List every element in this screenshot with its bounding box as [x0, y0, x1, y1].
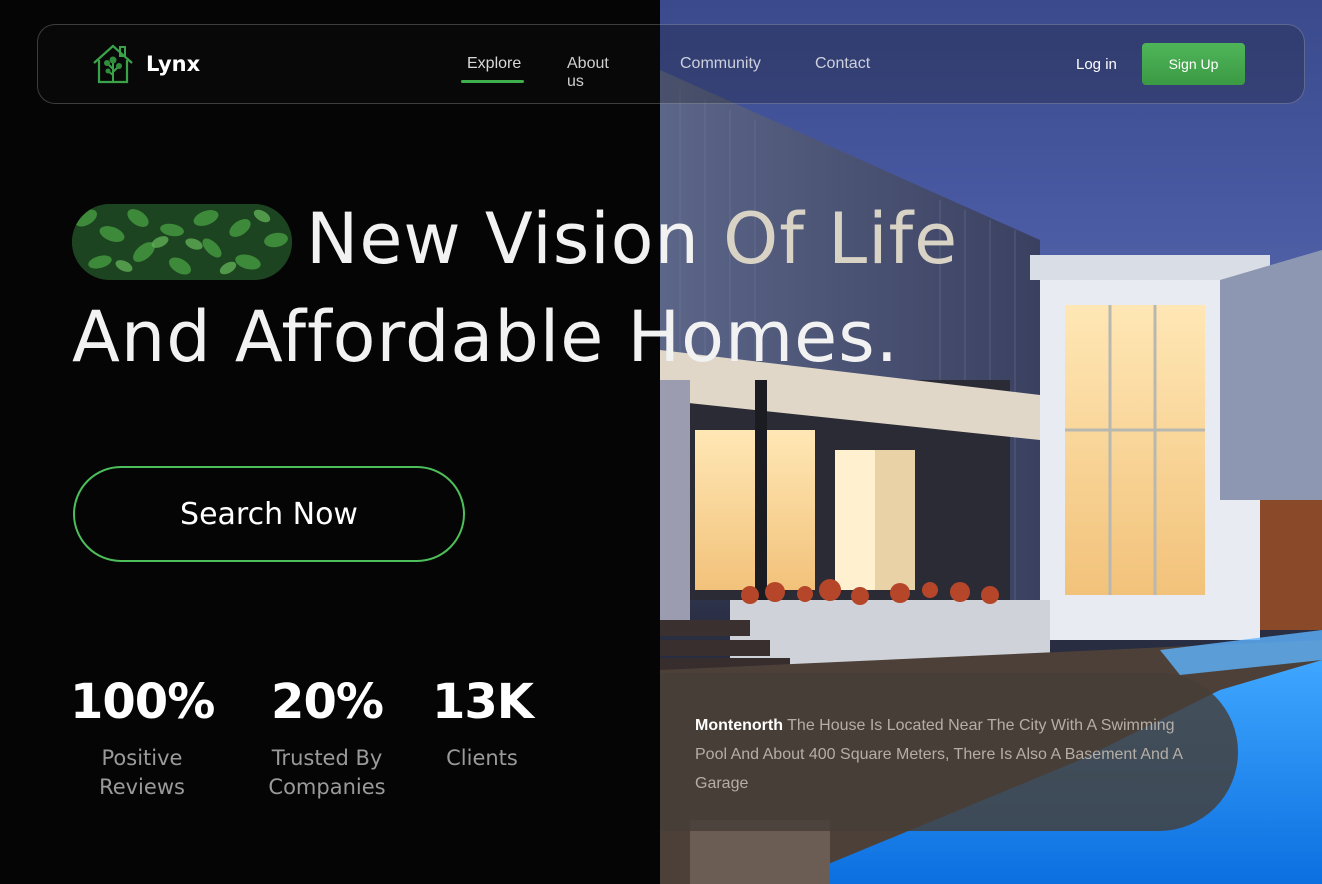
nav-about-us[interactable]: About us: [567, 55, 609, 91]
search-now-button[interactable]: Search Now: [73, 466, 465, 562]
property-name: Montenorth: [695, 717, 783, 734]
property-info-card: Montenorth The House Is Located Near The…: [660, 673, 1238, 831]
stat-label-line-1: Positive: [101, 746, 183, 770]
headline-line-1: New Vision Of Life: [306, 198, 958, 280]
headline-line-1-bright: New Vision: [306, 198, 724, 280]
login-link[interactable]: Log in: [1076, 56, 1117, 73]
active-nav-indicator: [461, 80, 524, 83]
headline-line-1-dim: Of Life: [723, 198, 959, 280]
headline-line-2: And Affordable Homes.: [72, 296, 899, 378]
nav-community[interactable]: Community: [680, 55, 761, 73]
stat-value: 20%: [271, 674, 384, 730]
stat-label: Trusted By Companies: [262, 744, 392, 802]
nav-explore[interactable]: Explore: [467, 55, 521, 73]
stat-label-line-1: Clients: [446, 746, 518, 770]
nav-contact[interactable]: Contact: [815, 55, 870, 73]
top-navbar: Lynx Explore About us Community Contact …: [37, 24, 1305, 104]
stat-label-line-2: Reviews: [99, 775, 185, 799]
signup-button[interactable]: Sign Up: [1142, 43, 1245, 85]
stat-value: 13K: [432, 674, 534, 730]
property-description: Montenorth The House Is Located Near The…: [695, 711, 1202, 798]
stat-clients: 13K Clients: [432, 674, 534, 773]
stat-label-line-1: Trusted By: [271, 746, 383, 770]
stat-trusted-by-companies: 20% Trusted By Companies: [262, 674, 392, 802]
stat-value: 100%: [70, 674, 215, 730]
stat-label: Clients: [432, 744, 532, 773]
house-tree-icon: [93, 44, 133, 84]
stat-label: Positive Reviews: [70, 744, 214, 802]
brand-name: Lynx: [146, 52, 201, 76]
stat-label-line-2: Companies: [268, 775, 386, 799]
brand-logo[interactable]: Lynx: [90, 41, 200, 87]
leaves-image: [72, 204, 292, 280]
leaf-image-pill: [72, 204, 292, 280]
stat-positive-reviews: 100% Positive Reviews: [70, 674, 215, 802]
